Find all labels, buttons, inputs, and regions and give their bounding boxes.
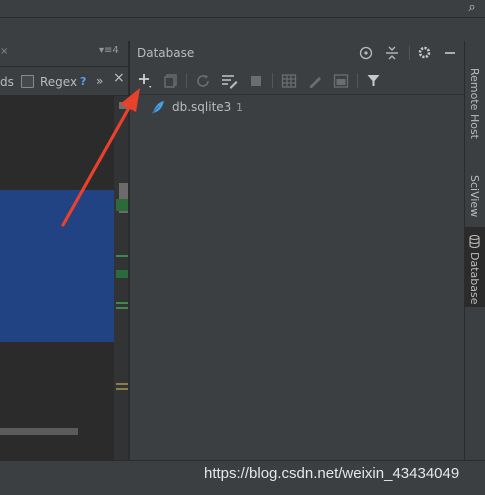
change-marker[interactable]	[116, 270, 128, 278]
collapse-all-icon[interactable]	[385, 46, 399, 60]
regex-label[interactable]: Regex	[40, 75, 77, 89]
tool-tab-label: Database	[468, 252, 481, 305]
tool-tab-sciview[interactable]: SciView	[464, 155, 485, 219]
minimize-icon[interactable]	[443, 46, 457, 60]
regex-help-icon[interactable]: ?	[80, 75, 86, 88]
tree-item-count: 1	[236, 101, 243, 114]
copy-icon[interactable]	[163, 73, 179, 89]
globe-icon[interactable]	[359, 46, 373, 60]
tree-expand-toggle[interactable]	[119, 102, 128, 109]
editor-scroll-gutter[interactable]	[114, 96, 128, 460]
filter-icon[interactable]	[366, 73, 381, 88]
database-icon	[469, 235, 480, 248]
title-bar	[0, 0, 485, 17]
search-everywhere-icon[interactable]: ⌕	[462, 0, 482, 16]
horizontal-scrollbar-thumb[interactable]	[0, 428, 78, 435]
toolbar-separator	[272, 73, 273, 88]
gear-icon[interactable]	[417, 45, 432, 60]
table-icon[interactable]	[281, 73, 297, 89]
close-find-bar-icon[interactable]: ×	[113, 70, 125, 86]
tool-tab-database[interactable]: Database	[464, 227, 485, 307]
watermark-text: https://blog.csdn.net/weixin_43434049	[204, 465, 460, 482]
change-marker[interactable]	[116, 255, 128, 257]
console-icon[interactable]	[333, 73, 349, 89]
tool-tab-label: Remote Host	[468, 68, 481, 139]
warning-marker[interactable]	[116, 388, 128, 390]
edit-icon[interactable]	[307, 73, 323, 89]
database-panel-title: Database	[137, 46, 195, 60]
text-selection	[0, 190, 128, 342]
add-data-source-icon[interactable]	[137, 72, 155, 90]
regex-checkbox[interactable]	[21, 75, 34, 88]
database-tree	[130, 95, 464, 460]
words-option-label[interactable]: ds	[0, 75, 14, 89]
stop-icon[interactable]	[249, 74, 263, 88]
header-separator	[409, 46, 410, 60]
change-marker[interactable]	[116, 199, 128, 211]
sqlite-data-source-icon	[151, 101, 164, 114]
database-toolbar	[130, 67, 464, 95]
refresh-icon[interactable]	[195, 73, 211, 89]
change-marker[interactable]	[116, 307, 128, 309]
close-tab-icon[interactable]: ×	[0, 46, 8, 57]
edit-schema-icon[interactable]	[221, 73, 238, 89]
warning-marker[interactable]	[116, 383, 128, 385]
change-marker[interactable]	[116, 302, 128, 304]
divider	[0, 17, 485, 18]
toolbar-separator	[186, 73, 187, 88]
tool-tab-label: SciView	[468, 175, 481, 218]
tab-list-menu-icon[interactable]: ▾≡4	[99, 45, 119, 56]
tool-tab-remote-host[interactable]: Remote Host	[464, 44, 485, 140]
tree-item-label[interactable]: db.sqlite3	[172, 100, 231, 114]
more-options-icon[interactable]: »	[96, 74, 103, 88]
toolbar-separator	[357, 73, 358, 88]
